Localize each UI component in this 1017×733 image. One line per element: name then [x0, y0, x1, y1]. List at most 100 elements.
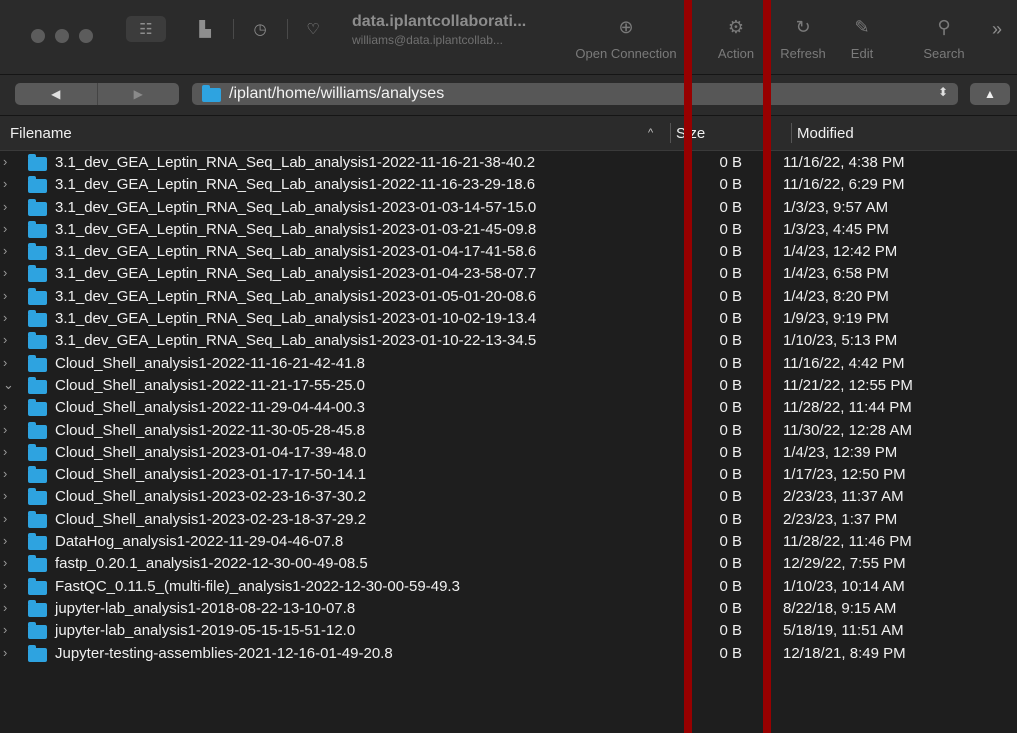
- disclosure-right-icon[interactable]: ›: [3, 310, 7, 325]
- disclosure-right-icon[interactable]: ›: [3, 555, 7, 570]
- file-modified: 1/3/23, 9:57 AM: [783, 198, 889, 216]
- file-modified: 11/16/22, 4:38 PM: [783, 154, 905, 171]
- disclosure-right-icon[interactable]: ›: [3, 399, 7, 414]
- disclosure-right-icon[interactable]: ›: [3, 221, 7, 236]
- toolbar-overflow-icon[interactable]: »: [985, 16, 1009, 42]
- path-bar: ◀ ▶ /iplant/home/williams/analyses ⬍ ▲: [0, 75, 1017, 116]
- file-size: 0 B: [719, 599, 742, 617]
- disclosure-right-icon[interactable]: ›: [3, 622, 7, 637]
- file-size: 0 B: [719, 265, 742, 283]
- toolbar-separator: [233, 19, 234, 39]
- table-row[interactable]: › Cloud_Shell_analysis1-2023-01-17-17-50-…: [0, 464, 1017, 486]
- file-size: 0 B: [719, 198, 742, 216]
- disclosure-right-icon[interactable]: ›: [3, 444, 7, 459]
- disclosure-right-icon[interactable]: ›: [3, 154, 7, 169]
- disclosure-right-icon[interactable]: ›: [3, 176, 7, 191]
- disclosure-down-icon[interactable]: ⌄: [3, 377, 14, 393]
- table-row[interactable]: › Cloud_Shell_analysis1-2022-11-30-05-28-…: [0, 420, 1017, 442]
- minimize-window-button[interactable]: [55, 29, 69, 43]
- disclosure-right-icon[interactable]: ›: [3, 332, 7, 347]
- table-row[interactable]: › 3.1_dev_GEA_Leptin_RNA_Seq_Lab_analysis…: [0, 197, 1017, 219]
- file-size: 0 B: [719, 354, 742, 372]
- file-modified: 11/21/22, 12:55 PM: [783, 376, 913, 394]
- action-label: Action: [717, 46, 755, 61]
- annotation-bar-right: [763, 0, 771, 733]
- table-row[interactable]: › jupyter-lab_analysis1-2019-05-15-15-51-…: [0, 620, 1017, 642]
- table-row[interactable]: ⌄ Cloud_Shell_analysis1-2022-11-21-17-55-…: [0, 375, 1017, 397]
- folder-icon: [28, 488, 47, 506]
- file-modified: 1/4/23, 6:58 PM: [783, 265, 889, 283]
- refresh-icon: ↻: [795, 17, 811, 37]
- table-row[interactable]: › 3.1_dev_GEA_Leptin_RNA_Seq_Lab_analysis…: [0, 174, 1017, 196]
- disclosure-right-icon[interactable]: ›: [3, 265, 7, 280]
- table-row[interactable]: › Cloud_Shell_analysis1-2023-02-23-16-37-…: [0, 486, 1017, 508]
- table-row[interactable]: › jupyter-lab_analysis1-2018-08-22-13-10-…: [0, 598, 1017, 620]
- disclosure-right-icon[interactable]: ›: [3, 533, 7, 548]
- edit-button[interactable]: ✎ Edit: [842, 14, 882, 61]
- file-modified: 11/16/22, 6:29 PM: [783, 176, 905, 194]
- folder-icon: [28, 577, 47, 595]
- back-button[interactable]: ◀: [15, 83, 97, 105]
- file-list: › 3.1_dev_GEA_Leptin_RNA_Seq_Lab_analysis…: [0, 152, 1017, 665]
- column-separator[interactable]: [670, 123, 671, 143]
- disclosure-right-icon[interactable]: ›: [3, 511, 7, 526]
- bookmarks-icon[interactable]: ▙: [192, 16, 218, 42]
- file-name: FastQC_0.11.5_(multi-file)_analysis1-202…: [55, 577, 460, 595]
- open-connection-button[interactable]: ⊕ Open Connection: [566, 14, 686, 61]
- table-row[interactable]: › 3.1_dev_GEA_Leptin_RNA_Seq_Lab_analysis…: [0, 263, 1017, 285]
- table-row[interactable]: › 3.1_dev_GEA_Leptin_RNA_Seq_Lab_analysis…: [0, 152, 1017, 174]
- table-row[interactable]: › Cloud_Shell_analysis1-2022-11-29-04-44-…: [0, 397, 1017, 419]
- refresh-label: Refresh: [780, 46, 826, 61]
- action-button[interactable]: ⚙ Action: [708, 14, 764, 61]
- disclosure-right-icon[interactable]: ›: [3, 422, 7, 437]
- filename-column-header[interactable]: Filename: [10, 125, 72, 142]
- search-label: Search: [923, 46, 965, 61]
- table-row[interactable]: › fastp_0.20.1_analysis1-2022-12-30-00-49…: [0, 553, 1017, 575]
- folder-icon: [28, 243, 47, 261]
- disclosure-right-icon[interactable]: ›: [3, 466, 7, 481]
- folder-icon: [28, 443, 47, 461]
- history-icon[interactable]: ◷: [247, 16, 273, 42]
- bonjour-icon[interactable]: ♡: [300, 16, 326, 42]
- outline-view-icon[interactable]: ☷: [126, 16, 166, 42]
- table-row[interactable]: › 3.1_dev_GEA_Leptin_RNA_Seq_Lab_analysis…: [0, 241, 1017, 263]
- search-button[interactable]: ⚲ Search: [916, 14, 972, 61]
- folder-icon: [28, 376, 47, 394]
- table-row[interactable]: › 3.1_dev_GEA_Leptin_RNA_Seq_Lab_analysis…: [0, 286, 1017, 308]
- table-row[interactable]: › 3.1_dev_GEA_Leptin_RNA_Seq_Lab_analysis…: [0, 219, 1017, 241]
- table-row[interactable]: › Cloud_Shell_analysis1-2022-11-16-21-42-…: [0, 353, 1017, 375]
- disclosure-right-icon[interactable]: ›: [3, 355, 7, 370]
- disclosure-right-icon[interactable]: ›: [3, 288, 7, 303]
- table-row[interactable]: › 3.1_dev_GEA_Leptin_RNA_Seq_Lab_analysis…: [0, 330, 1017, 352]
- table-row[interactable]: › Cloud_Shell_analysis1-2023-01-04-17-39-…: [0, 442, 1017, 464]
- disclosure-right-icon[interactable]: ›: [3, 578, 7, 593]
- disclosure-right-icon[interactable]: ›: [3, 243, 7, 258]
- disclosure-right-icon[interactable]: ›: [3, 645, 7, 660]
- modified-column-header[interactable]: Modified: [797, 125, 854, 142]
- table-row[interactable]: › Jupyter-testing-assemblies-2021-12-16-0…: [0, 643, 1017, 665]
- edit-label: Edit: [850, 46, 874, 61]
- file-size: 0 B: [719, 533, 742, 551]
- table-row[interactable]: › Cloud_Shell_analysis1-2023-02-23-18-37-…: [0, 509, 1017, 531]
- table-row[interactable]: › DataHog_analysis1-2022-11-29-04-46-07.8…: [0, 531, 1017, 553]
- refresh-button[interactable]: ↻ Refresh: [775, 14, 831, 61]
- pencil-icon: ✎: [854, 17, 870, 37]
- file-modified: 1/9/23, 9:19 PM: [783, 310, 889, 328]
- file-modified: 12/18/21, 8:49 PM: [783, 644, 906, 662]
- table-row[interactable]: › 3.1_dev_GEA_Leptin_RNA_Seq_Lab_analysis…: [0, 308, 1017, 330]
- file-size: 0 B: [719, 243, 742, 261]
- close-window-button[interactable]: [31, 29, 45, 43]
- disclosure-right-icon[interactable]: ›: [3, 199, 7, 214]
- column-separator[interactable]: [791, 123, 792, 143]
- disclosure-right-icon[interactable]: ›: [3, 488, 7, 503]
- table-row[interactable]: › FastQC_0.11.5_(multi-file)_analysis1-20…: [0, 576, 1017, 598]
- file-name: Cloud_Shell_analysis1-2023-02-23-18-37-2…: [55, 510, 367, 528]
- file-modified: 11/28/22, 11:44 PM: [783, 399, 912, 417]
- disclosure-right-icon[interactable]: ›: [3, 600, 7, 615]
- file-modified: 1/4/23, 8:20 PM: [783, 287, 889, 305]
- file-size: 0 B: [719, 399, 742, 417]
- zoom-window-button[interactable]: [79, 29, 93, 43]
- path-selector[interactable]: /iplant/home/williams/analyses ⬍: [192, 83, 958, 105]
- forward-button[interactable]: ▶: [96, 83, 180, 105]
- parent-directory-button[interactable]: ▲: [970, 83, 1010, 105]
